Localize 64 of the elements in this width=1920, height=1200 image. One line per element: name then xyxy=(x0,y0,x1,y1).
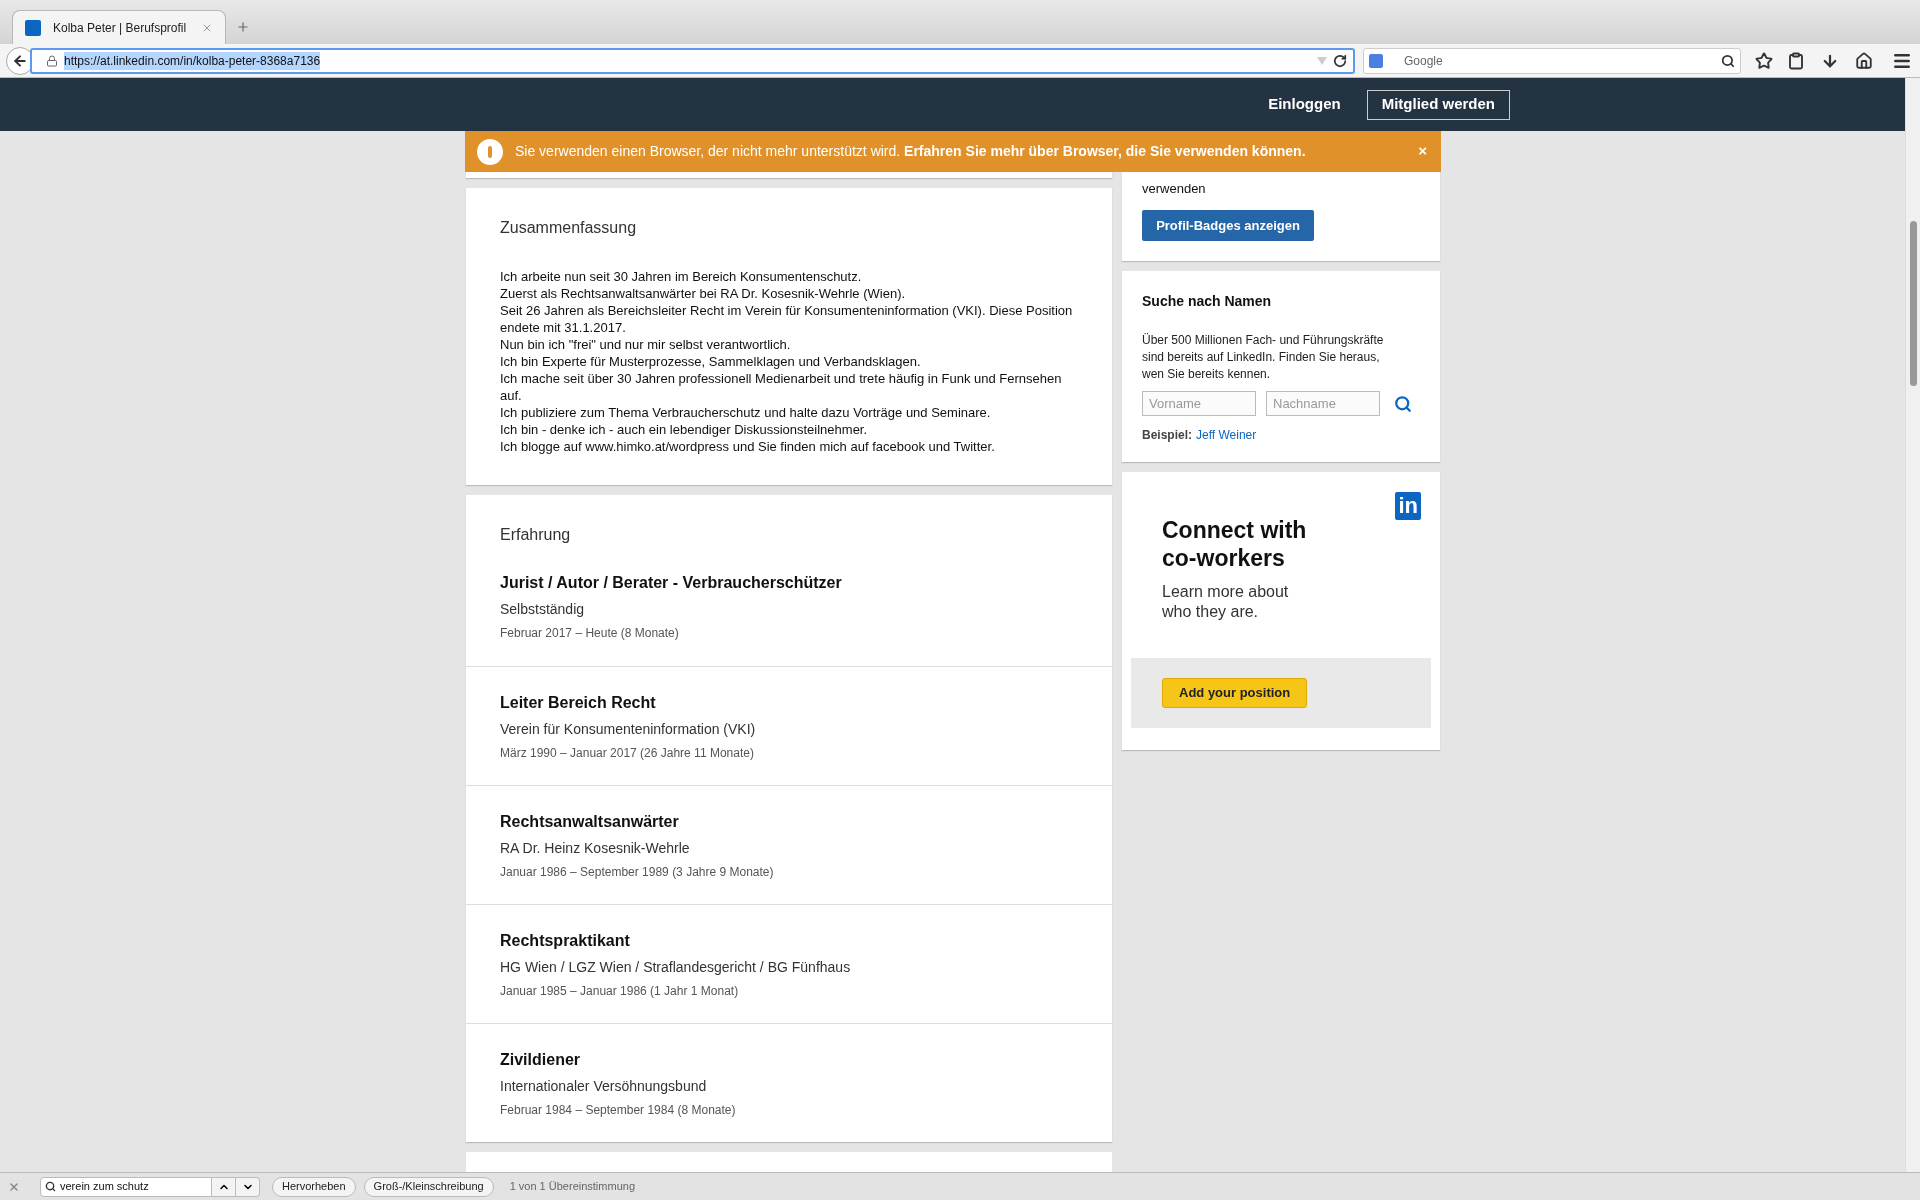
search-icon[interactable] xyxy=(1394,394,1412,413)
lock-icon xyxy=(46,54,58,67)
company-name: Selbstständig xyxy=(500,600,586,619)
back-icon xyxy=(12,52,28,69)
reload-icon[interactable] xyxy=(1333,53,1347,68)
position-title: Rechtsanwaltsanwärter xyxy=(500,811,680,832)
position-title: Jurist / Autor / Berater - Verbraucherschützer xyxy=(500,573,843,593)
example-label: Beispiel: xyxy=(1142,427,1192,444)
ad-text: Learn more about who they are. xyxy=(1161,582,1290,622)
date-range: März 1990 – Januar 2017 (26 Jahre 11 Monate) xyxy=(500,744,755,762)
summary-line: Ich blogge auf www.himko.at/wordpress und Sie finden mich auf facebook und Twitter. xyxy=(500,438,996,455)
close-icon[interactable] xyxy=(8,1180,20,1193)
position-title: Leiter Bereich Recht xyxy=(500,692,657,713)
section-title: Zusammenfassung xyxy=(500,218,638,238)
summary-line: Ich publiziere zum Thema Verbraucherschutz und halte dazu Vorträge und Seminare. xyxy=(500,404,992,421)
clipboard-icon[interactable] xyxy=(1787,51,1805,70)
match-status: 1 von 1 Übereinstimmung xyxy=(509,1179,635,1195)
summary-line: Zuerst als Rechtsanwaltsanwärter bei RA Dr. Kosesnik-Wehrle (Wien). xyxy=(500,285,907,302)
date-range: Februar 1984 – September 1984 (8 Monate) xyxy=(500,1101,737,1119)
search-field[interactable]: Google xyxy=(1363,47,1741,74)
company-name: RA Dr. Heinz Kosesnik-Wehrle xyxy=(500,838,691,858)
search-icon[interactable] xyxy=(1721,53,1735,68)
find-field[interactable]: verein zum schutz xyxy=(40,1176,212,1197)
position-title: Zivildiener xyxy=(500,1049,582,1070)
bookmark-star-icon[interactable] xyxy=(1755,51,1773,70)
warning-icon xyxy=(477,138,503,165)
home-icon[interactable] xyxy=(1855,51,1873,70)
tab-title: Kolba Peter | Berufsprofil xyxy=(53,19,187,37)
profile-badges-button[interactable]: Profil-Badges anzeigen xyxy=(1142,210,1314,241)
summary-line: Seit 26 Jahren als Bereichsleiter Recht im Verein für Konsumenteninformation (VKI). Diese Position endete mit 31.1.2017. xyxy=(500,302,1074,336)
card-text: Über 500 Millionen Fach- und Führungskräfte sind bereits auf LinkedIn. Finden Sie heraus, wen Sie bereits kennen. xyxy=(1142,332,1385,383)
company-name: Verein für Konsumenteninformation (VKI) xyxy=(500,719,757,739)
match-case-button[interactable]: Groß-/Kleinschreibung xyxy=(363,1176,494,1197)
card-title: Suche nach Namen xyxy=(1142,292,1273,311)
browser-tab[interactable]: Kolba Peter | Berufsprofil xyxy=(12,10,226,44)
url-field[interactable]: https://at.linkedin.com/in/kolba-peter-8368a7136 xyxy=(30,47,1355,74)
join-button[interactable]: Mitglied werden xyxy=(1366,89,1510,120)
login-link[interactable]: Einloggen xyxy=(1268,93,1341,116)
find-query: verein zum schutz xyxy=(60,1179,149,1195)
summary-line: Ich bin Experte für Musterprozesse, Sammelklagen und Verbandsklagen. xyxy=(500,353,922,370)
date-range: Januar 1986 – September 1989 (3 Jahre 9 Monate) xyxy=(500,863,775,881)
next-button[interactable] xyxy=(236,1176,260,1197)
summary-line: Ich bin - denke ich - auch ein lebendiger Diskussionsteilnehmer. xyxy=(500,421,869,438)
section-title: Erfahrung xyxy=(499,525,572,545)
company-name: Internationaler Versöhnungsbund xyxy=(500,1076,708,1096)
example-link[interactable]: Jeff Weiner xyxy=(1196,426,1257,444)
position-title: Rechtspraktikant xyxy=(500,930,631,951)
banner-text: Sie verwenden einen Browser, der nicht mehr unterstützt wird. Erfahren Sie mehr über Browser, die Sie verwenden können. xyxy=(515,142,1306,161)
previous-button[interactable] xyxy=(212,1176,236,1197)
date-range: Januar 1985 – Januar 1986 (1 Jahr 1 Monat) xyxy=(500,982,740,1000)
company-name: HG Wien / LGZ Wien / Straflandesgericht / BG Fünfhaus xyxy=(500,957,852,977)
last-name-field[interactable]: Nachname xyxy=(1266,391,1380,416)
search-icon xyxy=(45,1181,56,1192)
summary-line: Ich mache seit über 30 Jahren professionell Medienarbeit und trete häufig in Funk und Fernsehen auf. xyxy=(500,370,1063,404)
ad-title: Connect with co-workers xyxy=(1161,516,1308,572)
first-name-field[interactable]: Vorname xyxy=(1142,391,1256,416)
add-position-button[interactable]: Add your position xyxy=(1162,678,1308,708)
summary-line: Ich arbeite nun seit 30 Jahren im Bereich Konsumentenschutz. xyxy=(500,268,863,285)
highlight-button[interactable]: Hervorheben xyxy=(272,1176,356,1197)
badges-text: verwenden xyxy=(1142,179,1207,198)
date-range: Februar 2017 – Heute (8 Monate) xyxy=(500,625,680,642)
linkedin-logo: in xyxy=(1395,492,1421,520)
summary-line: Nun bin ich "frei" und nur mir selbst verantwortlich. xyxy=(500,336,792,353)
url-text: https://at.linkedin.com/in/kolba-peter-8368a7136 xyxy=(64,51,321,70)
